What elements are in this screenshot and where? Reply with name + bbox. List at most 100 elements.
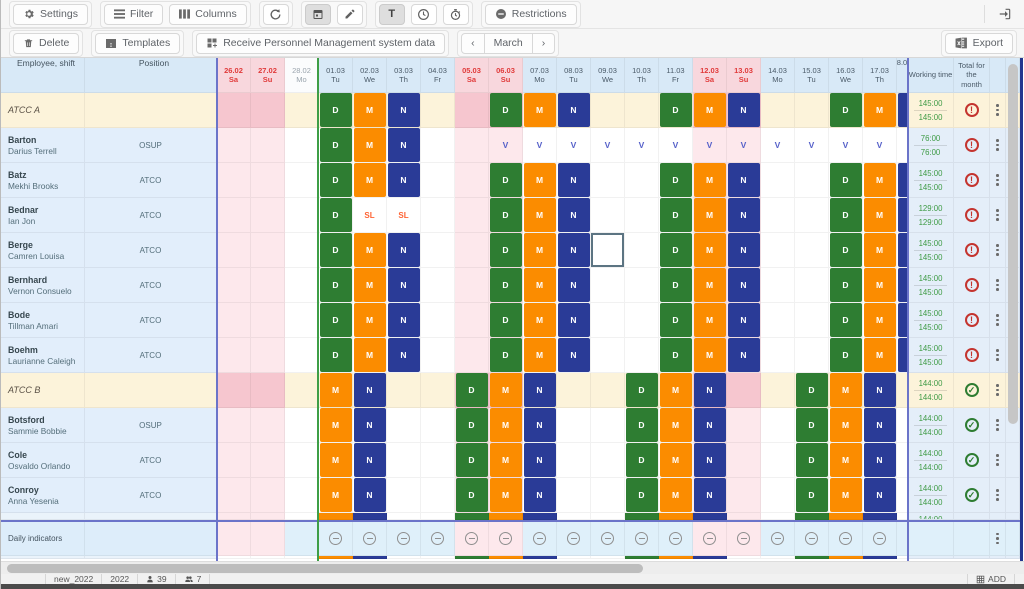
shift-cell[interactable]: M — [353, 93, 387, 128]
shift-cell[interactable]: D — [659, 233, 693, 268]
day-header[interactable]: 27.02Su — [251, 58, 285, 93]
shift-cell[interactable]: N — [863, 373, 897, 408]
shift-cell[interactable]: D — [659, 303, 693, 338]
shift-cell[interactable] — [591, 93, 625, 128]
shift-cell[interactable]: N — [387, 128, 421, 163]
shift-cell[interactable] — [251, 478, 285, 513]
day-header[interactable]: 10.03Th — [625, 58, 659, 93]
row-menu-button[interactable] — [990, 163, 1006, 198]
shift-cell[interactable]: N — [727, 303, 761, 338]
shift-cell[interactable]: M — [523, 163, 557, 198]
shift-cell[interactable] — [387, 373, 421, 408]
shift-cell[interactable]: D — [489, 268, 523, 303]
settings-button[interactable]: Settings — [13, 4, 88, 25]
shift-cell[interactable] — [217, 408, 251, 443]
shift-cell[interactable]: M — [829, 373, 863, 408]
shift-cell[interactable] — [285, 268, 319, 303]
shift-cell[interactable] — [727, 443, 761, 478]
shift-cell[interactable]: D — [625, 373, 659, 408]
shift-cell[interactable]: M — [863, 233, 897, 268]
shift-cell[interactable] — [285, 408, 319, 443]
shift-cell[interactable] — [727, 408, 761, 443]
shift-cell[interactable] — [761, 408, 795, 443]
shift-cell[interactable]: V — [727, 128, 761, 163]
shift-cell[interactable]: D — [319, 93, 353, 128]
shift-cell[interactable] — [251, 93, 285, 128]
shift-cell[interactable]: D — [455, 443, 489, 478]
collapse-panel-button[interactable] — [993, 4, 1017, 25]
shift-cell[interactable]: D — [829, 198, 863, 233]
row-menu-button[interactable] — [990, 408, 1006, 443]
shift-cell[interactable] — [761, 268, 795, 303]
shift-cell[interactable] — [421, 198, 455, 233]
shift-cell[interactable]: D — [319, 128, 353, 163]
shift-cell[interactable]: M — [863, 93, 897, 128]
shift-cell[interactable]: V — [591, 128, 625, 163]
shift-cell[interactable] — [251, 443, 285, 478]
shift-cell[interactable] — [421, 128, 455, 163]
shift-cell[interactable]: D — [489, 338, 523, 373]
shift-cell[interactable]: M — [693, 268, 727, 303]
shift-cell[interactable] — [795, 338, 829, 373]
shift-cell[interactable]: M — [863, 198, 897, 233]
day-header[interactable]: 05.03Sa — [455, 58, 489, 93]
shift-cell[interactable] — [557, 373, 591, 408]
shift-cell[interactable] — [761, 233, 795, 268]
shift-cell[interactable]: D — [625, 478, 659, 513]
shift-cell[interactable]: M — [829, 443, 863, 478]
shift-cell[interactable]: M — [829, 478, 863, 513]
sheet-tab-2022[interactable]: 2022 — [102, 574, 138, 584]
shift-cell[interactable] — [421, 443, 455, 478]
shift-cell[interactable]: V — [693, 128, 727, 163]
shift-cell[interactable] — [761, 443, 795, 478]
shift-cell[interactable]: M — [523, 303, 557, 338]
shift-cell[interactable] — [285, 233, 319, 268]
shift-cell[interactable] — [251, 163, 285, 198]
shift-cell[interactable] — [761, 303, 795, 338]
shift-cell[interactable] — [217, 198, 251, 233]
shift-cell[interactable]: D — [319, 338, 353, 373]
shift-cell[interactable]: M — [863, 268, 897, 303]
shift-cell[interactable] — [557, 478, 591, 513]
row-menu-button[interactable] — [990, 268, 1006, 303]
shift-cell[interactable] — [421, 303, 455, 338]
shift-cell[interactable]: M — [353, 163, 387, 198]
shift-cell[interactable]: N — [693, 443, 727, 478]
shift-cell[interactable] — [421, 408, 455, 443]
shift-cell[interactable]: M — [319, 478, 353, 513]
shift-cell[interactable] — [285, 478, 319, 513]
shift-cell[interactable]: M — [353, 128, 387, 163]
shift-cell[interactable] — [625, 163, 659, 198]
row-menu-button[interactable] — [990, 233, 1006, 268]
shift-cell[interactable] — [591, 443, 625, 478]
day-header[interactable]: 02.03We — [353, 58, 387, 93]
shift-cell[interactable]: M — [829, 408, 863, 443]
delete-button[interactable]: Delete — [13, 33, 79, 54]
day-header[interactable]: 28.02Mo — [285, 58, 319, 93]
shift-cell[interactable]: D — [829, 268, 863, 303]
shift-cell[interactable] — [421, 268, 455, 303]
daily-indicator-cell[interactable] — [285, 522, 319, 556]
shift-cell[interactable] — [251, 303, 285, 338]
shift-cell[interactable]: N — [353, 478, 387, 513]
shift-cell[interactable]: N — [727, 93, 761, 128]
shift-cell[interactable]: D — [795, 373, 829, 408]
shift-cell[interactable] — [455, 198, 489, 233]
shift-cell[interactable]: M — [693, 163, 727, 198]
shift-cell[interactable]: N — [387, 93, 421, 128]
shift-cell[interactable] — [217, 128, 251, 163]
shift-cell[interactable] — [727, 373, 761, 408]
shift-cell[interactable] — [761, 163, 795, 198]
shift-cell[interactable] — [251, 373, 285, 408]
shift-cell[interactable] — [795, 163, 829, 198]
shift-cell[interactable] — [421, 338, 455, 373]
day-header[interactable]: 11.03Fr — [659, 58, 693, 93]
shift-cell[interactable] — [217, 443, 251, 478]
shift-cell[interactable]: N — [557, 268, 591, 303]
row-menu-button[interactable] — [990, 303, 1006, 338]
shift-cell[interactable]: D — [829, 303, 863, 338]
shift-cell[interactable]: M — [659, 478, 693, 513]
shift-cell[interactable]: D — [795, 443, 829, 478]
shift-cell[interactable] — [591, 303, 625, 338]
shift-cell[interactable] — [217, 338, 251, 373]
